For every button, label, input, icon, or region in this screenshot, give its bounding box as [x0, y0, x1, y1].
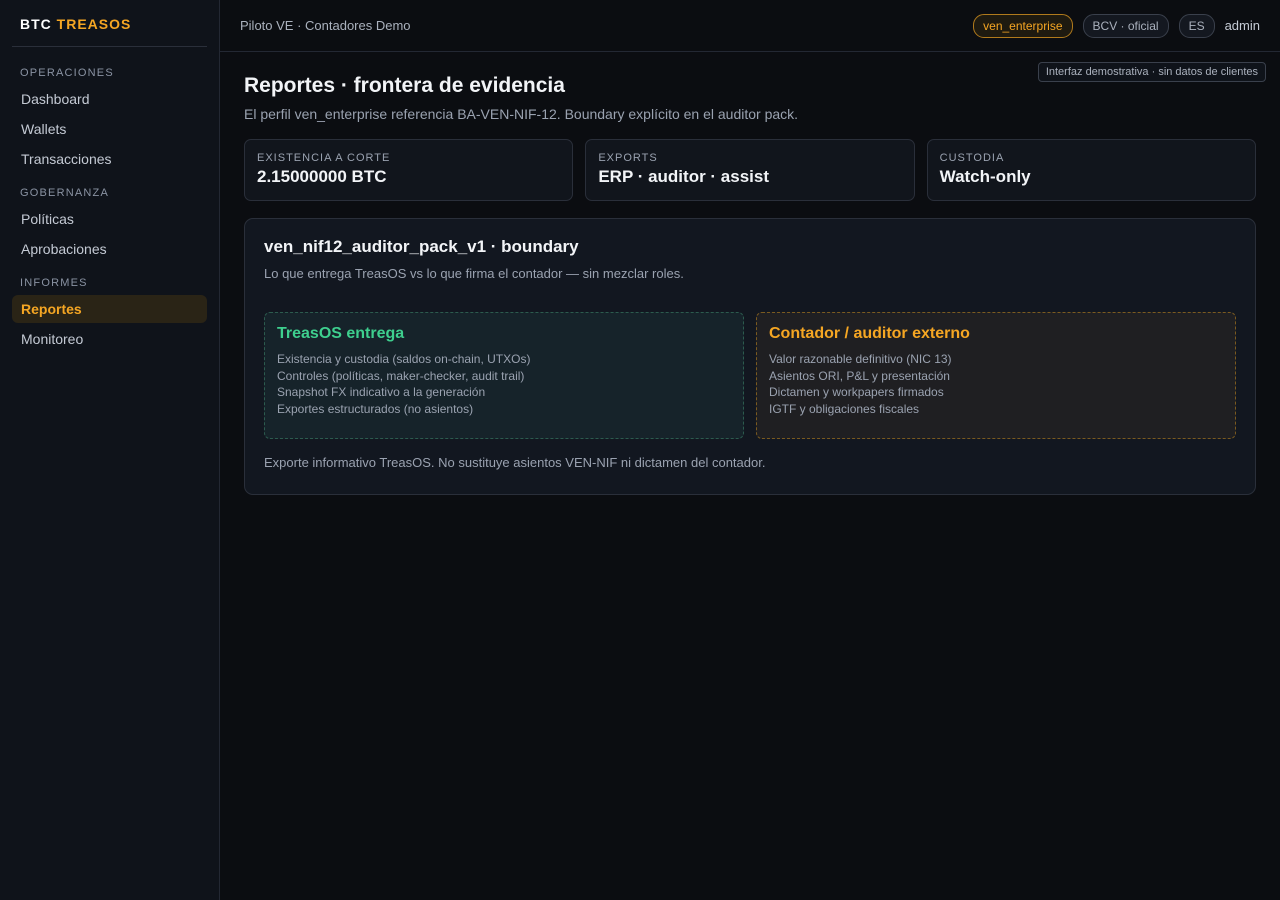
list-item: Dictamen y workpapers firmados: [769, 385, 944, 399]
sidebar-item-dashboard[interactable]: Dashboard: [12, 85, 207, 113]
treasos-title: TreasOS entrega: [277, 325, 405, 342]
panel-title: ven_nif12_auditor_pack_v1 · boundary: [264, 237, 579, 256]
stat-label: EXISTENCIA A CORTE: [257, 152, 391, 164]
stat-card-exports: EXPORTS ERP · auditor · assist: [585, 139, 915, 201]
profile-pill[interactable]: ven_enterprise: [973, 13, 1073, 38]
user-menu[interactable]: admin: [1225, 18, 1260, 33]
stats-row: EXISTENCIA A CORTE 2.15000000 BTC EXPORT…: [244, 139, 1256, 201]
brand-name: TREASOS: [56, 16, 132, 32]
boundary-panel: ven_nif12_auditor_pack_v1 · boundary Lo …: [244, 218, 1256, 495]
stat-label: EXPORTS: [598, 152, 658, 164]
sidebar: BTC TREASOS OPERACIONES Dashboard Wallet…: [0, 0, 220, 900]
brand-logo[interactable]: BTC TREASOS: [12, 16, 207, 47]
demo-badge: Interfaz demostrativa · sin datos de cli…: [1037, 62, 1266, 82]
app-shell: BTC TREASOS OPERACIONES Dashboard Wallet…: [0, 0, 1280, 900]
sidebar-item-wallets[interactable]: Wallets: [12, 115, 207, 143]
list-item: Snapshot FX indicativo a la generación: [277, 385, 486, 399]
panel-subtitle: Lo que entrega TreasOS vs lo que firma e…: [264, 266, 684, 281]
topbar: Piloto VE · Contadores Demo ven_enterpri…: [220, 0, 1280, 52]
list-item: IGTF y obligaciones fiscales: [769, 401, 920, 416]
stat-label: CUSTODIA: [939, 152, 1005, 164]
sidebar-item-reportes[interactable]: Reportes: [12, 295, 207, 323]
nav-section-informes: INFORMES: [20, 277, 88, 289]
brand-prefix: BTC: [20, 16, 52, 32]
list-item: Controles (políticas, maker-checker, aud…: [277, 368, 525, 383]
main-area: Piloto VE · Contadores Demo ven_enterpri…: [220, 0, 1280, 900]
stat-value: 2.15000000 BTC: [257, 167, 387, 186]
panel-footnote: Exporte informativo TreasOS. No sustituy…: [264, 455, 766, 470]
topbar-actions: ven_enterprise BCV · oficial ES admin: [973, 13, 1260, 38]
auditor-column: Contador / auditor externo Valor razonab…: [756, 312, 1236, 439]
boundary-columns: TreasOS entrega Existencia y custodia (s…: [264, 312, 1236, 439]
stat-card-existencia: EXISTENCIA A CORTE 2.15000000 BTC: [244, 139, 574, 201]
sidebar-item-politicas[interactable]: Políticas: [12, 205, 207, 233]
list-item: Exportes estructurados (no asientos): [277, 401, 474, 416]
sidebar-item-transacciones[interactable]: Transacciones: [12, 145, 207, 173]
nav-section-operaciones: OPERACIONES: [20, 67, 114, 79]
list-item: Valor razonable definitivo (NIC 13): [769, 352, 952, 366]
list-item: Asientos ORI, P&L y presentación: [769, 368, 950, 383]
page-content: Interfaz demostrativa · sin datos de cli…: [220, 52, 1280, 517]
fx-source-pill[interactable]: BCV · oficial: [1082, 13, 1169, 38]
sidebar-item-aprobaciones[interactable]: Aprobaciones: [12, 235, 207, 263]
language-pill[interactable]: ES: [1178, 13, 1215, 38]
stat-value: ERP · auditor · assist: [598, 167, 770, 186]
breadcrumb: Piloto VE · Contadores Demo: [240, 18, 411, 33]
nav-section-gobernanza: GOBERNANZA: [20, 187, 110, 199]
page-subtitle: El perfil ven_enterprise referencia BA-V…: [244, 106, 799, 122]
sidebar-item-monitoreo[interactable]: Monitoreo: [12, 325, 207, 353]
stat-value: Watch-only: [939, 167, 1031, 186]
treasos-column: TreasOS entrega Existencia y custodia (s…: [264, 312, 744, 439]
stat-card-custodia: CUSTODIA Watch-only: [926, 139, 1256, 201]
auditor-title: Contador / auditor externo: [769, 325, 970, 342]
list-item: Existencia y custodia (saldos on-chain, …: [277, 352, 531, 366]
